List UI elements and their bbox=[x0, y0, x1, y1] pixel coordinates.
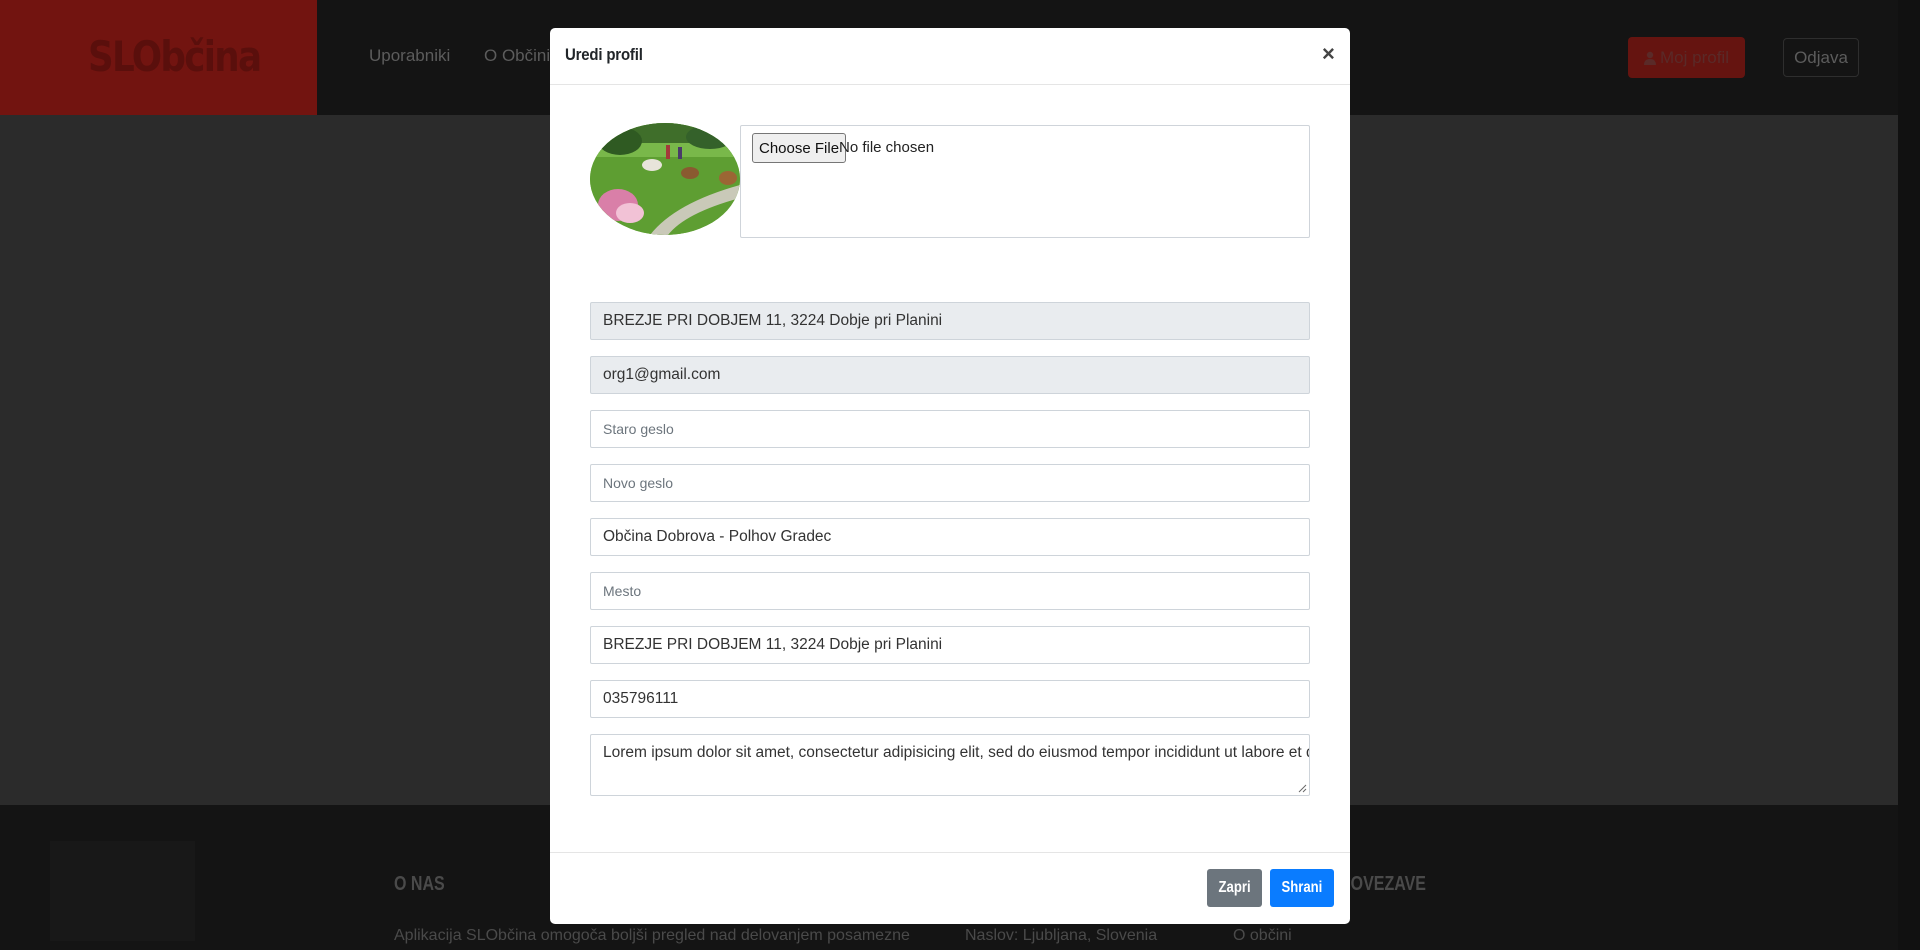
nav-link-about[interactable]: O Občini bbox=[484, 46, 550, 66]
file-status-text: No file chosen bbox=[839, 139, 935, 156]
page-scrollbar[interactable] bbox=[1898, 0, 1920, 950]
address-readonly-field: BREZJE PRI DOBJEM 11, 3224 Dobje pri Pla… bbox=[590, 302, 1310, 340]
brand-logo[interactable]: SLObčina bbox=[88, 32, 262, 81]
address-input[interactable]: BREZJE PRI DOBJEM 11, 3224 Dobje pri Pla… bbox=[590, 626, 1310, 664]
logout-label: Odjava bbox=[1794, 47, 1848, 67]
file-upload-area[interactable]: Choose File No file chosen bbox=[740, 125, 1310, 238]
save-button[interactable]: Shrani bbox=[1270, 869, 1334, 907]
close-button-label: Zapri bbox=[1218, 879, 1251, 896]
edit-profile-modal: Uredi profil × Choose File No file chose… bbox=[550, 28, 1350, 924]
footer-about-text: Aplikacija SLObčina omogoča boljši pregl… bbox=[394, 927, 910, 944]
description-textarea[interactable]: Lorem ipsum dolor sit amet, consectetur … bbox=[590, 734, 1310, 796]
footer-about-heading: O NAS bbox=[394, 873, 445, 895]
footer-address: Naslov: Ljubljana, Slovenia bbox=[965, 927, 1158, 944]
footer-logo-block bbox=[50, 841, 195, 941]
save-button-label: Shrani bbox=[1281, 879, 1323, 896]
modal-header: Uredi profil × bbox=[550, 28, 1350, 85]
close-icon[interactable]: × bbox=[1322, 43, 1335, 65]
choose-file-label: Choose File bbox=[759, 139, 840, 157]
logout-button[interactable]: Odjava bbox=[1783, 38, 1859, 77]
my-profile-button[interactable]: Moj profil bbox=[1628, 37, 1745, 78]
modal-title: Uredi profil bbox=[565, 45, 643, 64]
user-icon bbox=[1644, 51, 1657, 65]
footer-links-heading: POVEZAVE bbox=[1340, 873, 1426, 895]
email-readonly-field: org1@gmail.com bbox=[590, 356, 1310, 394]
city-input[interactable]: Mesto bbox=[590, 572, 1310, 610]
phone-input[interactable]: 035796111 bbox=[590, 680, 1310, 718]
footer-link-about[interactable]: O občini bbox=[1233, 927, 1292, 945]
profile-avatar bbox=[590, 123, 740, 235]
my-profile-label: Moj profil bbox=[1660, 47, 1729, 67]
close-button[interactable]: Zapri bbox=[1207, 869, 1262, 907]
resize-grip-icon[interactable] bbox=[1297, 783, 1307, 793]
modal-footer: Zapri Shrani bbox=[550, 852, 1350, 924]
avatar-landscape-image bbox=[590, 123, 740, 235]
old-password-input[interactable]: Staro geslo bbox=[590, 410, 1310, 448]
brand-box: SLObčina bbox=[0, 0, 317, 115]
nav-link-users[interactable]: Uporabniki bbox=[369, 46, 450, 66]
choose-file-button[interactable]: Choose File bbox=[752, 133, 847, 163]
name-input[interactable]: Občina Dobrova - Polhov Gradec bbox=[590, 518, 1310, 556]
description-text: Lorem ipsum dolor sit amet, consectetur … bbox=[603, 744, 1309, 761]
new-password-input[interactable]: Novo geslo bbox=[590, 464, 1310, 502]
